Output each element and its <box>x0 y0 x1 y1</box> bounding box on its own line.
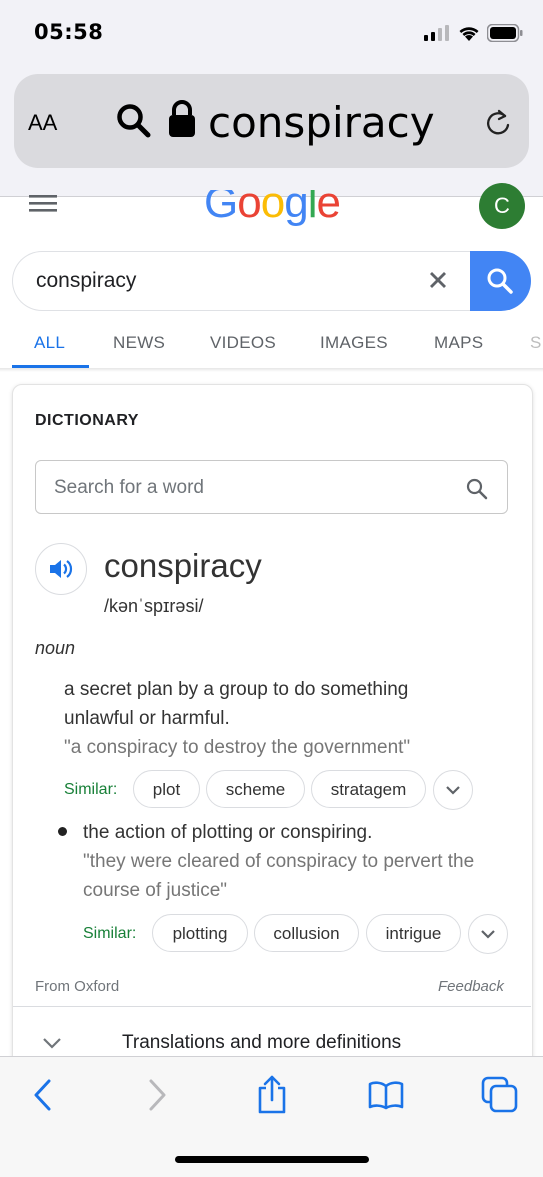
tabs-icon[interactable] <box>481 1076 519 1114</box>
word-search-placeholder: Search for a word <box>54 477 204 498</box>
part-of-speech: noun <box>35 638 76 658</box>
forward-icon[interactable] <box>146 1078 168 1112</box>
definition-line: the action of plotting or conspiring. <box>83 822 373 843</box>
more-similar-button[interactable] <box>433 770 473 810</box>
reload-icon[interactable] <box>485 108 513 138</box>
menu-icon[interactable] <box>29 194 57 214</box>
wifi-icon <box>459 27 479 41</box>
tab-videos[interactable]: VIDEOS <box>210 333 276 353</box>
avatar[interactable]: C <box>479 183 525 229</box>
google-logo-text: Google <box>204 190 341 227</box>
more-definitions-link[interactable]: Translations and more definitions <box>122 1032 401 1054</box>
headword: conspiracy <box>104 547 262 584</box>
bookmarks-icon[interactable] <box>368 1080 404 1110</box>
share-icon[interactable] <box>256 1074 288 1114</box>
reader-settings-button[interactable]: AA <box>28 110 57 136</box>
word-search-icon[interactable] <box>466 478 488 500</box>
phonetic-spelling: /kənˈspɪrəsi/ <box>104 596 204 616</box>
search-button[interactable] <box>470 251 531 311</box>
similar-chip-plot[interactable]: plot <box>133 770 200 808</box>
tab-maps[interactable]: MAPS <box>434 333 483 353</box>
pronunciation-button[interactable] <box>35 543 87 595</box>
tab-shopping[interactable]: S <box>530 333 542 353</box>
bullet-point <box>58 827 67 836</box>
more-similar-button[interactable] <box>468 914 508 954</box>
chevron-down-icon <box>446 786 460 795</box>
tab-images[interactable]: IMAGES <box>320 333 388 353</box>
home-indicator <box>175 1156 369 1163</box>
similar-label: Similar: <box>83 925 137 942</box>
tab-all[interactable]: ALL <box>34 333 65 353</box>
similar-label: Similar: <box>64 781 118 798</box>
similar-chip-plotting[interactable]: plotting <box>152 914 248 952</box>
google-logo[interactable]: Google <box>204 190 354 228</box>
definition-line: a secret plan by a group to do something <box>64 679 409 700</box>
card-divider <box>13 1006 531 1007</box>
example-sentence: "a conspiracy to destroy the government" <box>64 737 411 758</box>
feedback-link[interactable]: Feedback <box>438 978 504 995</box>
status-time: 05:58 <box>34 20 104 44</box>
lock-icon <box>169 100 195 137</box>
tabs-shadow <box>0 368 543 372</box>
search-input[interactable]: conspiracy <box>36 269 136 293</box>
similar-chip-collusion[interactable]: collusion <box>254 914 359 952</box>
speaker-icon <box>50 560 73 578</box>
dictionary-heading: DICTIONARY <box>35 412 139 429</box>
example-sentence: "they were cleared of conspiracy to perv… <box>83 851 475 872</box>
definition-line: unlawful or harmful. <box>64 708 230 729</box>
similar-chip-scheme[interactable]: scheme <box>206 770 305 808</box>
battery-icon <box>487 24 523 42</box>
back-icon[interactable] <box>32 1078 54 1112</box>
example-sentence: course of justice" <box>83 880 228 901</box>
cellular-signal-icon <box>424 25 449 41</box>
search-icon <box>117 104 151 138</box>
similar-chip-stratagem[interactable]: stratagem <box>311 770 426 808</box>
clear-icon[interactable] <box>428 270 448 290</box>
search-button-icon <box>487 268 513 294</box>
address-text[interactable]: conspiracy <box>208 98 435 147</box>
source-attribution: From Oxford <box>35 978 120 995</box>
tab-news[interactable]: NEWS <box>113 333 165 353</box>
chevron-down-icon <box>481 930 495 939</box>
similar-chip-intrigue[interactable]: intrigue <box>366 914 461 952</box>
expand-chevron-icon[interactable] <box>42 1036 62 1050</box>
